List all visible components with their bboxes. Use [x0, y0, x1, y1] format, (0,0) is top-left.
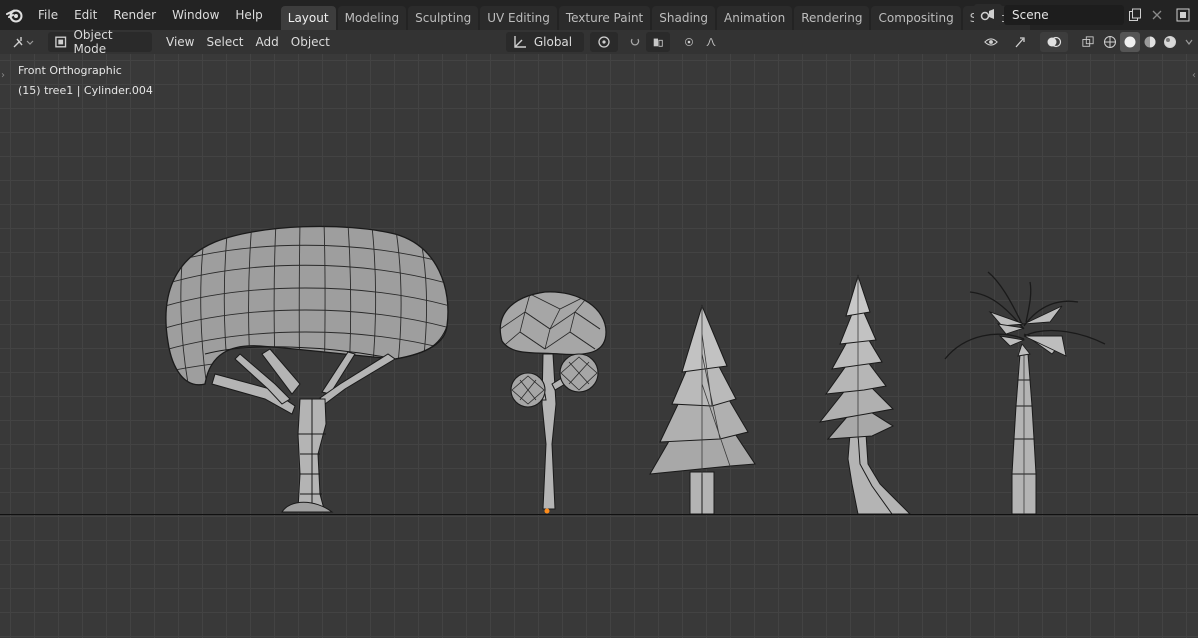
snap-icon[interactable]	[624, 32, 646, 52]
copy-icon[interactable]	[1124, 4, 1146, 26]
tab-layout[interactable]: Layout	[280, 6, 336, 30]
blender-logo-icon[interactable]	[0, 0, 30, 30]
tab-modeling[interactable]: Modeling	[337, 6, 407, 30]
object-mode-icon	[55, 36, 67, 48]
menu-select[interactable]: Select	[200, 32, 249, 52]
tab-sculpting[interactable]: Sculpting	[408, 6, 479, 30]
transform-orientation-dropdown[interactable]: Global	[505, 32, 584, 52]
scene-name-field[interactable]	[1004, 5, 1124, 25]
view-layer-icon[interactable]	[1168, 4, 1198, 26]
menu-object[interactable]: Object	[285, 32, 336, 52]
tab-uv-editing[interactable]: UV Editing	[480, 6, 557, 30]
rendered-shading-icon[interactable]	[1160, 32, 1180, 52]
overlays-icon[interactable]	[1040, 32, 1068, 52]
tab-texture-paint[interactable]: Texture Paint	[558, 6, 651, 30]
scene-meshes	[165, 225, 1106, 515]
mode-label: Object Mode	[73, 28, 113, 56]
tree-2	[499, 291, 607, 514]
menu-file[interactable]: File	[30, 0, 66, 30]
tab-shading[interactable]: Shading	[652, 6, 715, 30]
orientation-icon	[514, 36, 526, 48]
3d-viewport[interactable]: Front Orthographic (15) tree1 | Cylinder…	[0, 54, 1198, 638]
workspace-tabs: Layout Modeling Sculpting UV Editing Tex…	[280, 0, 1054, 30]
scene-icon[interactable]	[974, 4, 1002, 26]
tree-5-palm	[944, 271, 1106, 515]
visibility-icon[interactable]	[978, 32, 1004, 52]
pivot-point-icon[interactable]	[589, 32, 618, 52]
menu-edit[interactable]: Edit	[66, 0, 105, 30]
snap-target-icon[interactable]	[645, 32, 670, 52]
shading-options-icon[interactable]	[1180, 32, 1198, 52]
orientation-label: Global	[533, 35, 573, 49]
tree-4-tall-pine	[818, 274, 912, 515]
falloff-icon[interactable]	[700, 32, 722, 52]
gizmo-icon[interactable]	[1004, 32, 1040, 52]
origin-point	[544, 508, 550, 514]
top-bar: File Edit Render Window Help Layout Mode…	[0, 0, 1198, 30]
menu-add[interactable]: Add	[250, 32, 285, 52]
tree-1-trunk	[211, 348, 396, 513]
menu-render[interactable]: Render	[105, 0, 164, 30]
solid-shading-icon[interactable]	[1120, 32, 1140, 52]
menu-help[interactable]: Help	[227, 0, 270, 30]
scene-selector	[974, 0, 1198, 30]
viewport-header: Object Mode View Select Add Object Globa…	[0, 28, 1198, 56]
mode-dropdown[interactable]: Object Mode	[48, 28, 152, 56]
editor-type-icon[interactable]	[6, 32, 40, 52]
material-shading-icon[interactable]	[1140, 32, 1160, 52]
tree-3-pine	[649, 304, 756, 515]
close-icon[interactable]	[1146, 4, 1168, 26]
proportional-editing-icon[interactable]	[678, 32, 700, 52]
tab-compositing[interactable]: Compositing	[871, 6, 961, 30]
tab-rendering[interactable]: Rendering	[794, 6, 870, 30]
xray-icon[interactable]	[1076, 32, 1100, 52]
tab-animation[interactable]: Animation	[717, 6, 793, 30]
menu-view[interactable]: View	[160, 32, 200, 52]
menu-window[interactable]: Window	[164, 0, 227, 30]
ground-line	[0, 514, 1198, 515]
tree-1-canopy	[165, 225, 449, 386]
wireframe-shading-icon[interactable]	[1100, 32, 1120, 52]
